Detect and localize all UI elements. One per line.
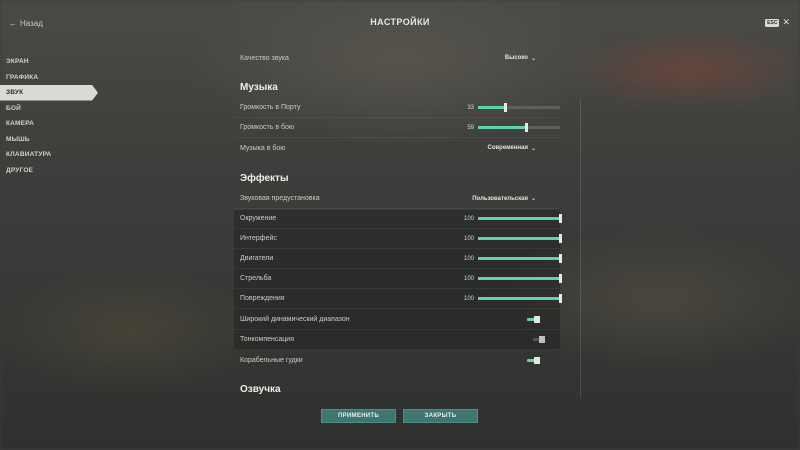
toggle-knob [539,336,545,343]
ambience-label: Окружение [240,215,277,222]
engines-label: Двигатели [240,255,274,262]
toggle-track [527,356,540,364]
port-volume-row: Громкость в Порту 33 [234,98,560,118]
slider-fill [478,277,560,280]
sidebar-item-mouse[interactable]: МЫШЬ [0,132,100,148]
wide-range-toggle[interactable] [527,316,540,323]
effects-section-title: Эффекты [240,173,289,184]
slider-thumb[interactable] [558,214,562,223]
footer-buttons: ПРИМЕНИТЬ ЗАКРЫТЬ [0,409,800,423]
slider-fill [478,126,527,129]
sidebar-item-screen[interactable]: ЭКРАН [0,54,100,70]
settings-panel: Качество звука Высоко ⌄ Музыка Громкость… [234,48,580,398]
sidebar-item-camera[interactable]: КАМЕРА [0,116,100,132]
shooting-row: Стрельба 100 [234,269,562,289]
slider-thumb[interactable] [558,254,562,263]
close-button[interactable]: ЗАКРЫТЬ [403,409,478,423]
damage-row: Повреждения 100 [234,289,562,309]
shooting-label: Стрельба [240,275,272,282]
esc-key-icon: ESC [765,18,780,27]
esc-close[interactable]: ESC ✕ [765,18,790,27]
toggle-knob [534,316,540,323]
port-volume-label: Громкость в Порту [240,104,301,111]
battle-volume-label: Громкость в бою [240,124,295,131]
interface-row: Интерфейс 100 [234,229,562,249]
engines-slider[interactable] [478,254,562,263]
engines-value: 100 [463,255,474,262]
slider-fill [478,297,560,300]
sound-preset-value: Пользовательская [472,195,528,202]
slider-thumb[interactable] [558,274,562,283]
sound-preset-row: Звуковая предустановка Пользовательская … [234,189,560,209]
battle-music-label: Музыка в бою [240,144,286,152]
toggle-knob [534,356,540,364]
slider-thumb[interactable] [503,103,507,112]
toggle-track [533,336,545,343]
ambience-value: 100 [463,215,474,222]
battle-music-row: Музыка в бою Современная ⌄ [234,138,560,158]
sidebar-item-keyboard[interactable]: КЛАВИАТУРА [0,147,100,163]
damage-slider[interactable] [478,294,562,303]
slider-fill [478,257,560,260]
close-icon[interactable]: ✕ [782,18,790,27]
slider-thumb[interactable] [524,123,528,132]
battle-music-value: Современная [487,145,528,151]
slider-thumb[interactable] [558,294,562,303]
engines-row: Двигатели 100 [234,249,562,269]
sound-quality-row: Качество звука Высоко ⌄ [234,48,560,68]
port-volume-slider[interactable] [478,103,560,112]
loudness-label: Тонкомпенсация [240,336,294,343]
wide-range-row: Широкий динамический диапазон [234,310,560,330]
sound-quality-value: Высоко [504,55,528,61]
battle-music-dropdown[interactable]: Современная ⌄ [487,145,536,152]
chevron-down-icon: ⌄ [530,55,536,62]
horns-label: Корабельные гудки [240,356,303,364]
sound-quality-dropdown[interactable]: Высоко ⌄ [505,55,536,62]
apply-button[interactable]: ПРИМЕНИТЬ [321,409,396,423]
voice-section-title: Озвучка [240,384,281,395]
damage-label: Повреждения [240,295,285,302]
horns-row: Корабельные гудки [234,350,560,370]
battle-volume-slider[interactable] [478,123,560,132]
battle-volume-value: 59 [467,124,474,131]
damage-value: 100 [463,295,474,302]
toggle-track [527,316,540,323]
slider-fill [478,106,506,109]
ambience-row: Окружение 100 [234,209,562,229]
sidebar-item-sound[interactable]: ЗВУК [0,85,98,101]
loudness-toggle[interactable] [527,336,545,343]
interface-value: 100 [463,235,474,242]
sound-preset-dropdown[interactable]: Пользовательская ⌄ [472,195,536,203]
interface-label: Интерфейс [240,235,277,242]
sidebar-item-battle[interactable]: БОЙ [0,101,100,117]
slider-fill [478,237,560,240]
shooting-slider[interactable] [478,274,562,283]
battle-volume-row: Громкость в бою 59 [234,118,560,138]
loudness-row: Тонкомпенсация [234,330,560,350]
wide-range-label: Широкий динамический диапазон [240,316,350,323]
ambience-slider[interactable] [478,214,562,223]
slider-fill [478,217,560,220]
scrollbar[interactable] [580,98,581,398]
page-title: НАСТРОЙКИ [370,17,430,27]
sound-preset-label: Звуковая предустановка [240,195,320,202]
top-bar: ← Назад НАСТРОЙКИ ESC ✕ [0,0,800,44]
shooting-value: 100 [463,275,474,282]
music-section-title: Музыка [240,82,278,93]
port-volume-value: 33 [467,104,474,111]
interface-slider[interactable] [478,234,562,243]
sound-quality-label: Качество звука [240,54,289,62]
chevron-down-icon: ⌄ [530,145,536,152]
horns-toggle[interactable] [527,356,540,364]
sidebar-item-graphics[interactable]: ГРАФИКА [0,70,100,86]
sidebar-item-other[interactable]: ДРУГОЕ [0,163,100,179]
slider-thumb[interactable] [558,234,562,243]
chevron-down-icon: ⌄ [530,196,536,202]
settings-sidebar: ЭКРАН ГРАФИКА ЗВУК БОЙ КАМЕРА МЫШЬ КЛАВИ… [0,54,100,178]
